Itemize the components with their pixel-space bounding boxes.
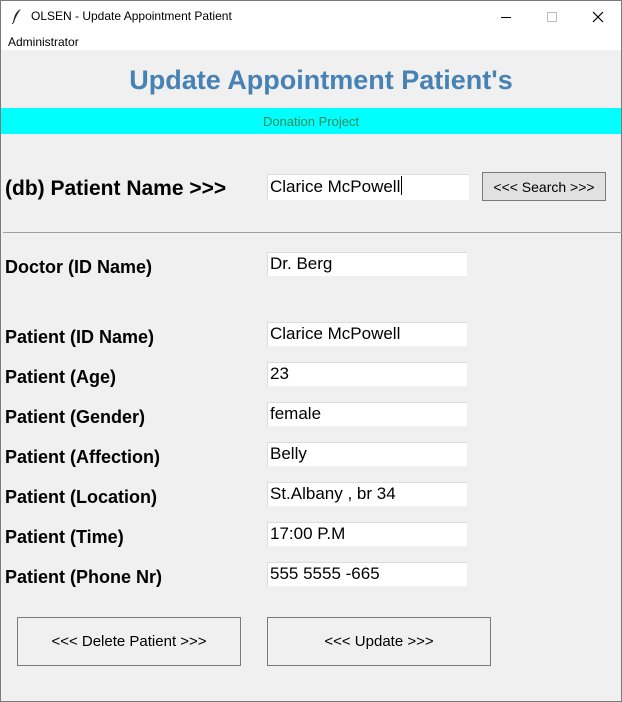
patient-gender-label: Patient (Gender) [5,407,146,427]
patient-phone-label: Patient (Phone Nr) [5,567,163,587]
patient-time-input[interactable]: 17:00 P.M [267,522,467,546]
feather-icon [11,9,21,24]
app-window: OLSEN - Update Appointment Patient Admin… [0,0,622,702]
patient-age-label: Patient (Age) [5,367,117,387]
close-button[interactable] [575,1,621,32]
search-input-text: Clarice McPowell [270,177,401,196]
patient-location-label: Patient (Location) [5,487,157,507]
patient-location-input[interactable]: St.Albany , br 34 [267,482,467,506]
minimize-icon [501,16,511,18]
patient-gender-input[interactable]: female [267,402,467,426]
maximize-button[interactable] [529,1,575,32]
close-icon [592,11,604,22]
text-caret [401,176,403,195]
patient-name-search-input[interactable]: Clarice McPowell [267,174,469,200]
patient-id-name-label: Patient (ID Name) [5,327,155,347]
project-banner: Donation Project [1,108,621,134]
doctor-label: Doctor (ID Name) [5,257,153,277]
title-bar[interactable]: OLSEN - Update Appointment Patient [1,1,621,32]
search-button[interactable]: <<< Search >>> [482,172,606,201]
menu-bar: Administrator [1,32,621,50]
patient-name-search-label: (db) Patient Name >>> [5,177,227,200]
menu-administrator[interactable]: Administrator [8,35,79,49]
update-button[interactable]: <<< Update >>> [267,617,491,666]
page-title: Update Appointment Patient's [129,65,513,95]
banner-text: Donation Project [262,114,360,129]
patient-affection-label: Patient (Affection) [5,447,160,467]
patient-age-input[interactable]: 23 [267,362,467,386]
maximize-icon [547,11,557,22]
patient-phone-input[interactable]: 555 5555 -665 [267,562,467,586]
patient-id-name-input[interactable]: Clarice McPowell [267,322,467,346]
patient-affection-input[interactable]: Belly [267,442,467,466]
patient-time-label: Patient (Time) [5,527,124,547]
delete-patient-button[interactable]: <<< Delete Patient >>> [17,617,241,666]
minimize-button[interactable] [483,1,529,32]
separator [3,232,622,233]
window-title: OLSEN - Update Appointment Patient [31,9,232,23]
doctor-input[interactable]: Dr. Berg [267,252,467,276]
